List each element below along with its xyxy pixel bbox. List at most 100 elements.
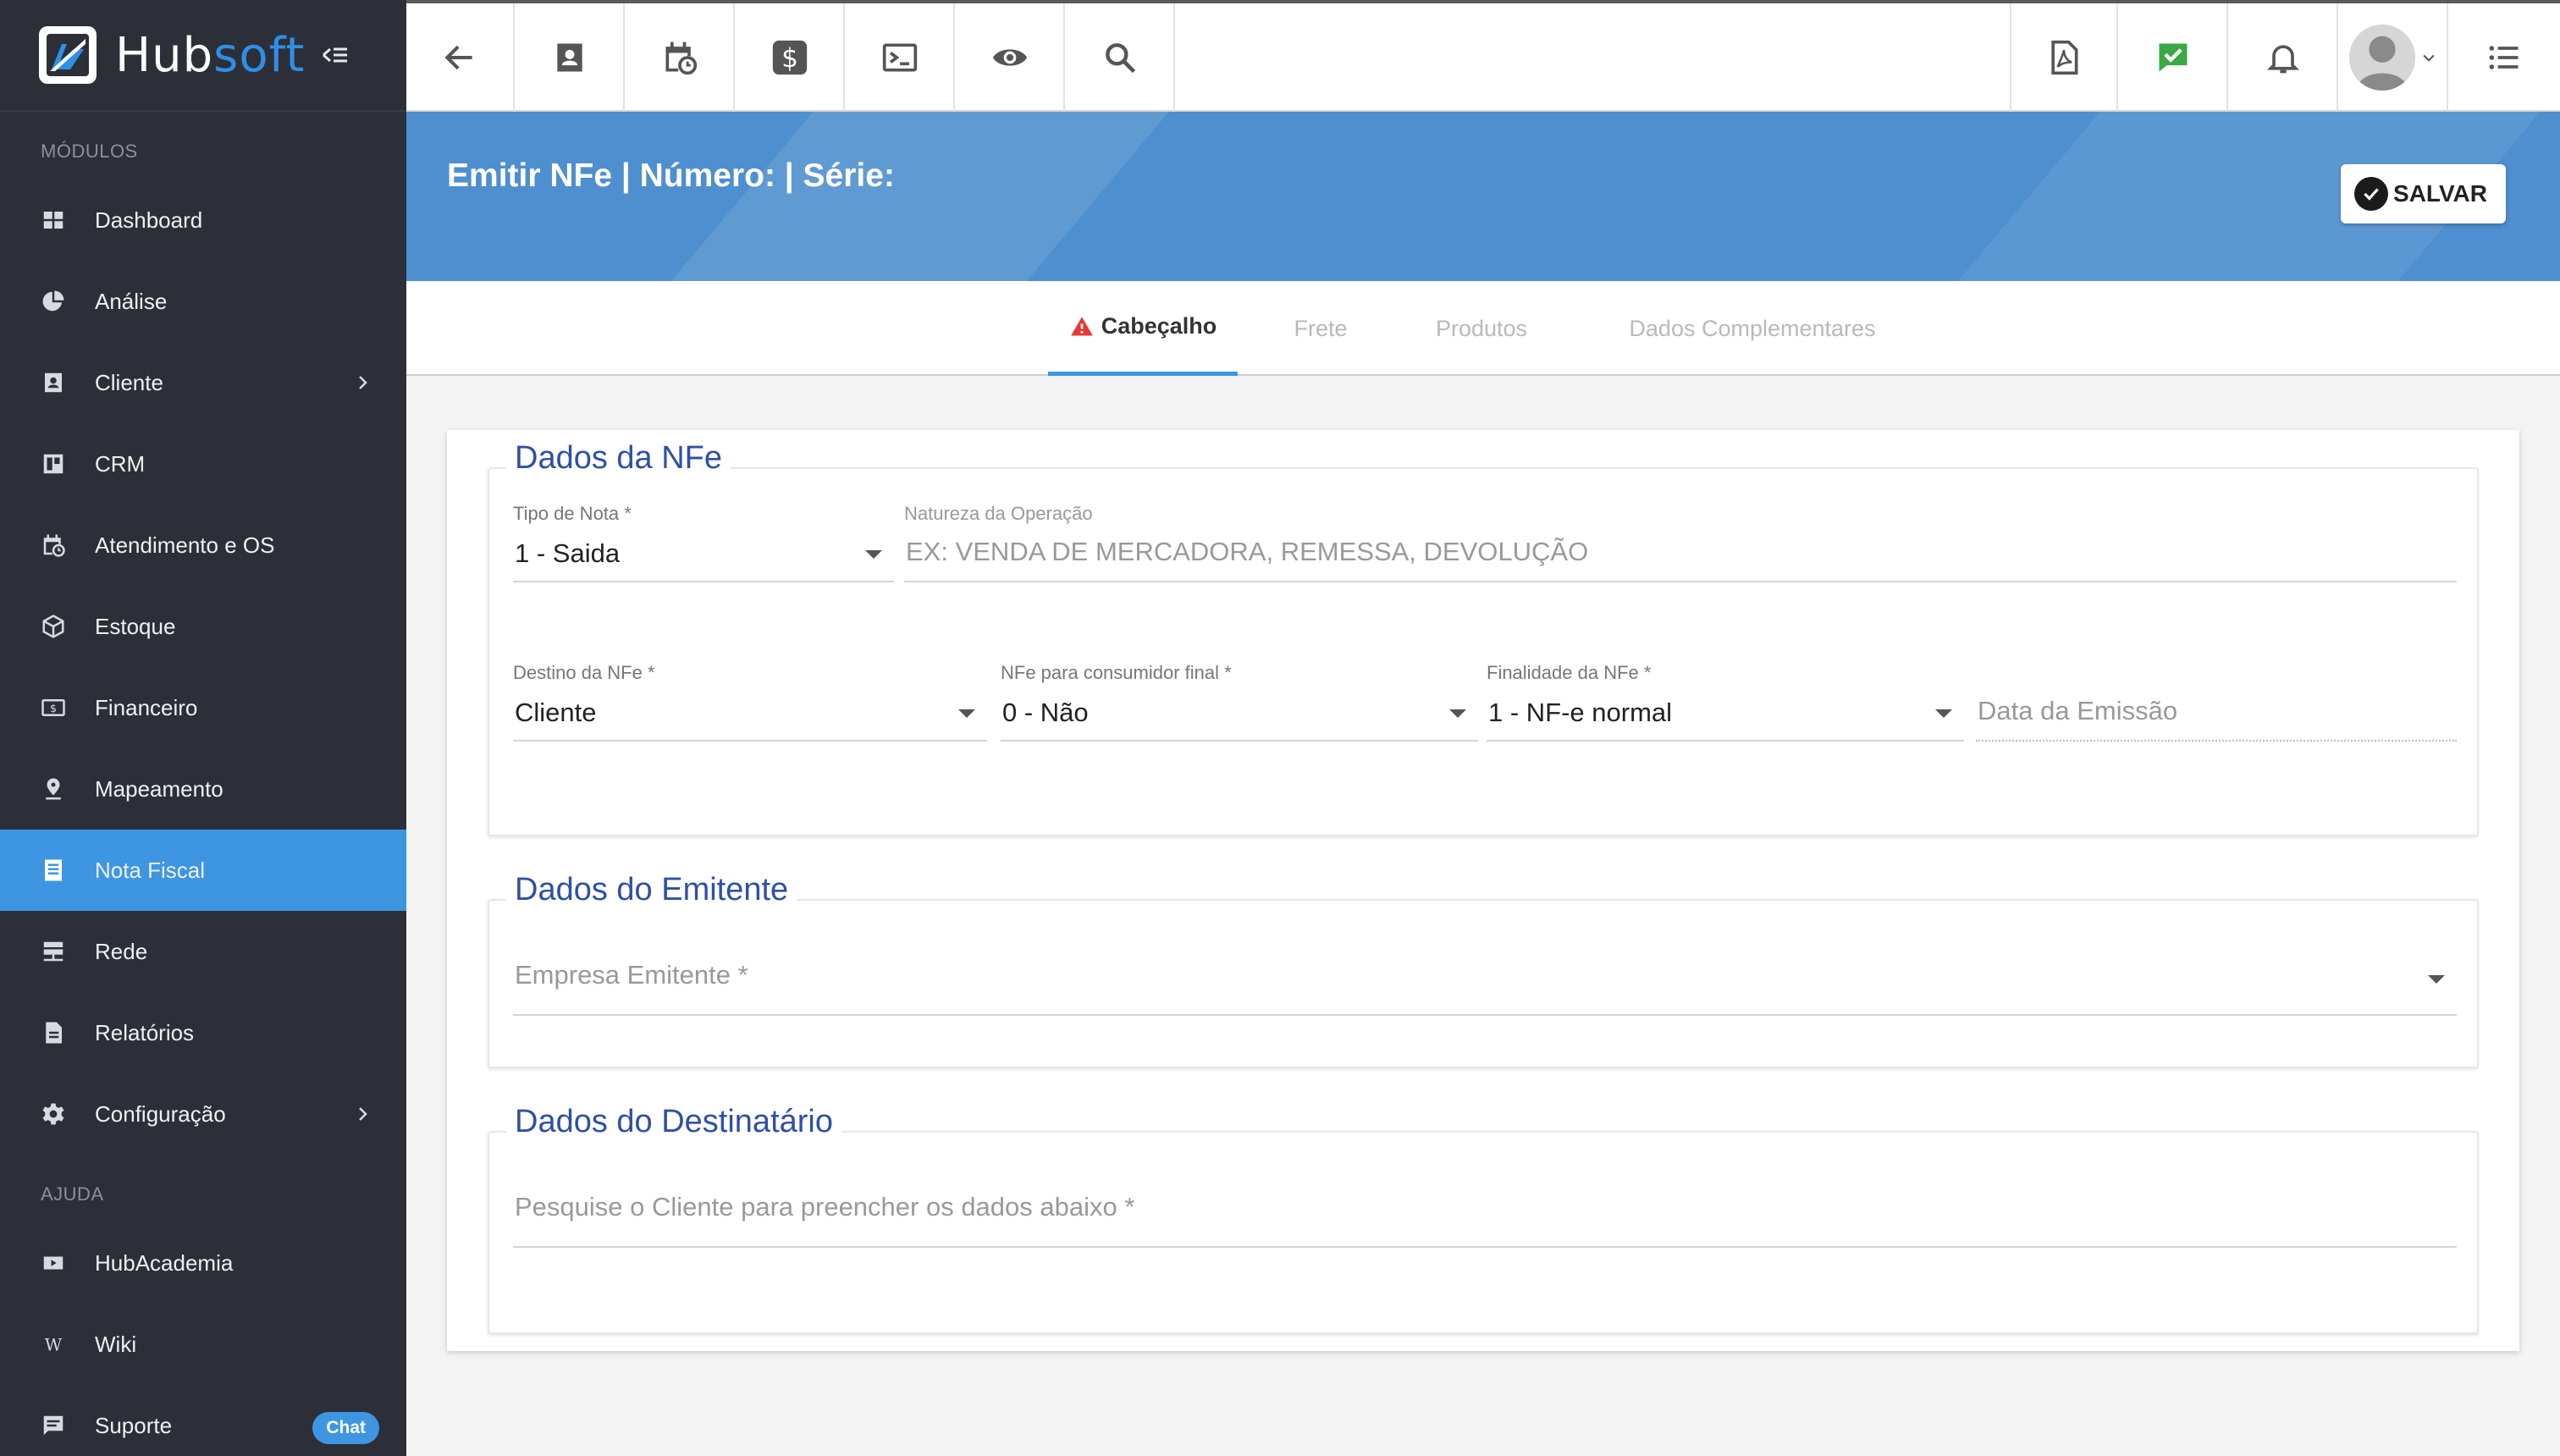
tipo-nota-select[interactable]: Tipo de Nota * 1 - Saida bbox=[513, 503, 894, 584]
tab-label: Frete bbox=[1294, 315, 1348, 341]
view-shortcut-button[interactable] bbox=[957, 3, 1065, 112]
chevron-right-icon bbox=[359, 376, 367, 389]
contact-card-icon bbox=[41, 370, 66, 395]
consumidor-final-select[interactable]: NFe para consumidor final * 0 - Não bbox=[1001, 662, 1478, 743]
eye-icon bbox=[992, 49, 1028, 66]
list-menu-button[interactable] bbox=[2450, 3, 2558, 112]
svg-text:$: $ bbox=[50, 702, 57, 714]
sidebar-item-crm[interactable]: CRM bbox=[0, 423, 406, 505]
box-icon bbox=[41, 614, 66, 639]
hubsoft-logo[interactable] bbox=[39, 26, 97, 84]
natureza-operacao-input[interactable]: Natureza da Operação EX: VENDA DE MERCAD… bbox=[904, 503, 2457, 584]
youtube-icon bbox=[41, 1250, 66, 1276]
destino-value: Cliente bbox=[515, 698, 597, 727]
tab-label: Produtos bbox=[1435, 315, 1528, 341]
sidebar-item-label: Rede bbox=[95, 938, 148, 964]
destino-nfe-select[interactable]: Destino da NFe * Cliente bbox=[513, 662, 987, 743]
sidebar-item-label: CRM bbox=[95, 450, 146, 477]
back-button[interactable] bbox=[406, 3, 515, 112]
sidebar-item-cliente[interactable]: Cliente bbox=[0, 342, 406, 423]
dashboard-icon bbox=[41, 207, 66, 233]
sidebar-item-relatorios[interactable]: Relatórios bbox=[0, 992, 406, 1073]
tab-produtos[interactable]: Produtos bbox=[1397, 281, 1566, 376]
dollar-icon: $ bbox=[772, 40, 808, 75]
sidebar-item-mapeamento[interactable]: Mapeamento bbox=[0, 748, 406, 830]
save-button-label: SALVAR bbox=[2393, 180, 2487, 207]
dropdown-caret-icon bbox=[2428, 975, 2445, 984]
module-nav: Dashboard Análise Cliente CRM Atendiment… bbox=[0, 179, 406, 1155]
tab-cabecalho[interactable]: Cabeçalho bbox=[1048, 281, 1238, 376]
consumidor-label: NFe para consumidor final * bbox=[1001, 662, 1232, 683]
svg-text:$: $ bbox=[781, 43, 798, 74]
calendar-clock-icon bbox=[41, 532, 66, 558]
legend-dados-nfe: Dados da NFe bbox=[506, 440, 731, 477]
empresa-emitente-placeholder: Empresa Emitente * bbox=[515, 960, 748, 990]
sidebar-item-hubacademia[interactable]: HubAcademia bbox=[0, 1222, 406, 1304]
section-title-modulos: MÓDULOS bbox=[41, 141, 138, 162]
field-underline bbox=[513, 1014, 2457, 1016]
sidebar-item-dashboard[interactable]: Dashboard bbox=[0, 179, 406, 261]
legend-dados-emitente: Dados do Emitente bbox=[506, 872, 797, 908]
field-underline bbox=[1976, 740, 2457, 742]
pesquisa-cliente-input[interactable]: Pesquise o Cliente para preencher os dad… bbox=[513, 1192, 2457, 1251]
empresa-emitente-select[interactable]: Empresa Emitente * bbox=[513, 960, 2457, 1019]
pie-chart-icon bbox=[41, 289, 66, 314]
map-pin-icon bbox=[41, 776, 66, 802]
tipo-nota-value: 1 - Saida bbox=[515, 538, 621, 568]
search-icon bbox=[1106, 43, 1136, 74]
top-toolbar: $ bbox=[406, 0, 2560, 112]
form-tabs: Cabeçalho Frete Produtos Dados Complemen… bbox=[406, 281, 2560, 376]
tab-frete[interactable]: Frete bbox=[1253, 281, 1388, 376]
sidebar-item-atendimento[interactable]: Atendimento e OS bbox=[0, 505, 406, 586]
sidebar-item-financeiro[interactable]: $ Financeiro bbox=[0, 667, 406, 748]
money-icon: $ bbox=[41, 695, 66, 720]
chevron-right-icon bbox=[359, 1107, 367, 1121]
check-circle-icon bbox=[2354, 177, 2389, 211]
fieldset-dados-nfe: Dados da NFe Tipo de Nota * 1 - Saida Na… bbox=[488, 440, 2479, 836]
tab-dados-complementares[interactable]: Dados Complementares bbox=[1583, 281, 1922, 376]
sidebar-item-nota-fiscal[interactable]: Nota Fiscal bbox=[0, 830, 406, 911]
sidebar-item-label: Financeiro bbox=[95, 694, 198, 720]
list-icon bbox=[2489, 46, 2519, 69]
natureza-placeholder: EX: VENDA DE MERCADORA, REMESSA, DEVOLUÇ… bbox=[906, 537, 1589, 566]
field-underline bbox=[513, 740, 987, 742]
field-underline bbox=[1001, 740, 1478, 742]
dropdown-caret-icon bbox=[958, 709, 975, 718]
sidebar-item-analise[interactable]: Análise bbox=[0, 261, 406, 342]
search-button[interactable] bbox=[1067, 3, 1175, 112]
sidebar: Hubsoft MÓDULOS Dashboard Análise Client… bbox=[0, 0, 406, 1456]
finalidade-nfe-select[interactable]: Finalidade da NFe * 1 - NF-e normal bbox=[1487, 662, 1964, 743]
save-button[interactable]: SALVAR bbox=[2341, 164, 2506, 223]
data-emissao-input[interactable]: Data da Emissão bbox=[1976, 662, 2457, 743]
finance-shortcut-button[interactable]: $ bbox=[737, 3, 845, 112]
clients-shortcut-button[interactable] bbox=[516, 3, 625, 112]
terminal-shortcut-button[interactable] bbox=[847, 3, 955, 112]
sidebar-item-suporte[interactable]: Suporte Chat bbox=[0, 1385, 406, 1456]
sidebar-item-label: Mapeamento bbox=[95, 775, 223, 802]
sidebar-item-label: Wiki bbox=[95, 1331, 137, 1357]
collapse-menu-icon[interactable] bbox=[320, 40, 350, 70]
tasks-button[interactable] bbox=[2120, 3, 2228, 112]
pdf-button[interactable] bbox=[2010, 3, 2118, 112]
arrow-left-icon bbox=[444, 45, 472, 70]
schedule-shortcut-button[interactable] bbox=[626, 3, 735, 112]
consumidor-value: 0 - Não bbox=[1002, 698, 1089, 727]
sidebar-item-rede[interactable]: Rede bbox=[0, 911, 406, 992]
form-card: Dados da NFe Tipo de Nota * 1 - Saida Na… bbox=[447, 430, 2519, 1351]
fieldset-dados-destinatario: Dados do Destinatário Pesquise o Cliente… bbox=[488, 1104, 2479, 1334]
user-menu-button[interactable] bbox=[2340, 3, 2448, 112]
chat-icon bbox=[41, 1413, 66, 1438]
sidebar-item-wiki[interactable]: W Wiki bbox=[0, 1304, 406, 1385]
finalidade-value: 1 - NF-e normal bbox=[1488, 698, 1673, 727]
svg-text:W: W bbox=[45, 1335, 63, 1355]
sidebar-item-estoque[interactable]: Estoque bbox=[0, 586, 406, 667]
pdf-icon bbox=[2051, 40, 2078, 75]
notifications-button[interactable] bbox=[2230, 3, 2338, 112]
sidebar-item-label: Análise bbox=[95, 288, 168, 314]
help-nav: HubAcademia W Wiki Suporte Chat bbox=[0, 1222, 406, 1456]
banner-decoration bbox=[614, 112, 1198, 281]
bell-icon bbox=[2266, 45, 2300, 74]
sidebar-item-configuracao[interactable]: Configuração bbox=[0, 1073, 406, 1155]
chat-badge[interactable]: Chat bbox=[312, 1412, 379, 1444]
gear-icon bbox=[41, 1101, 66, 1127]
